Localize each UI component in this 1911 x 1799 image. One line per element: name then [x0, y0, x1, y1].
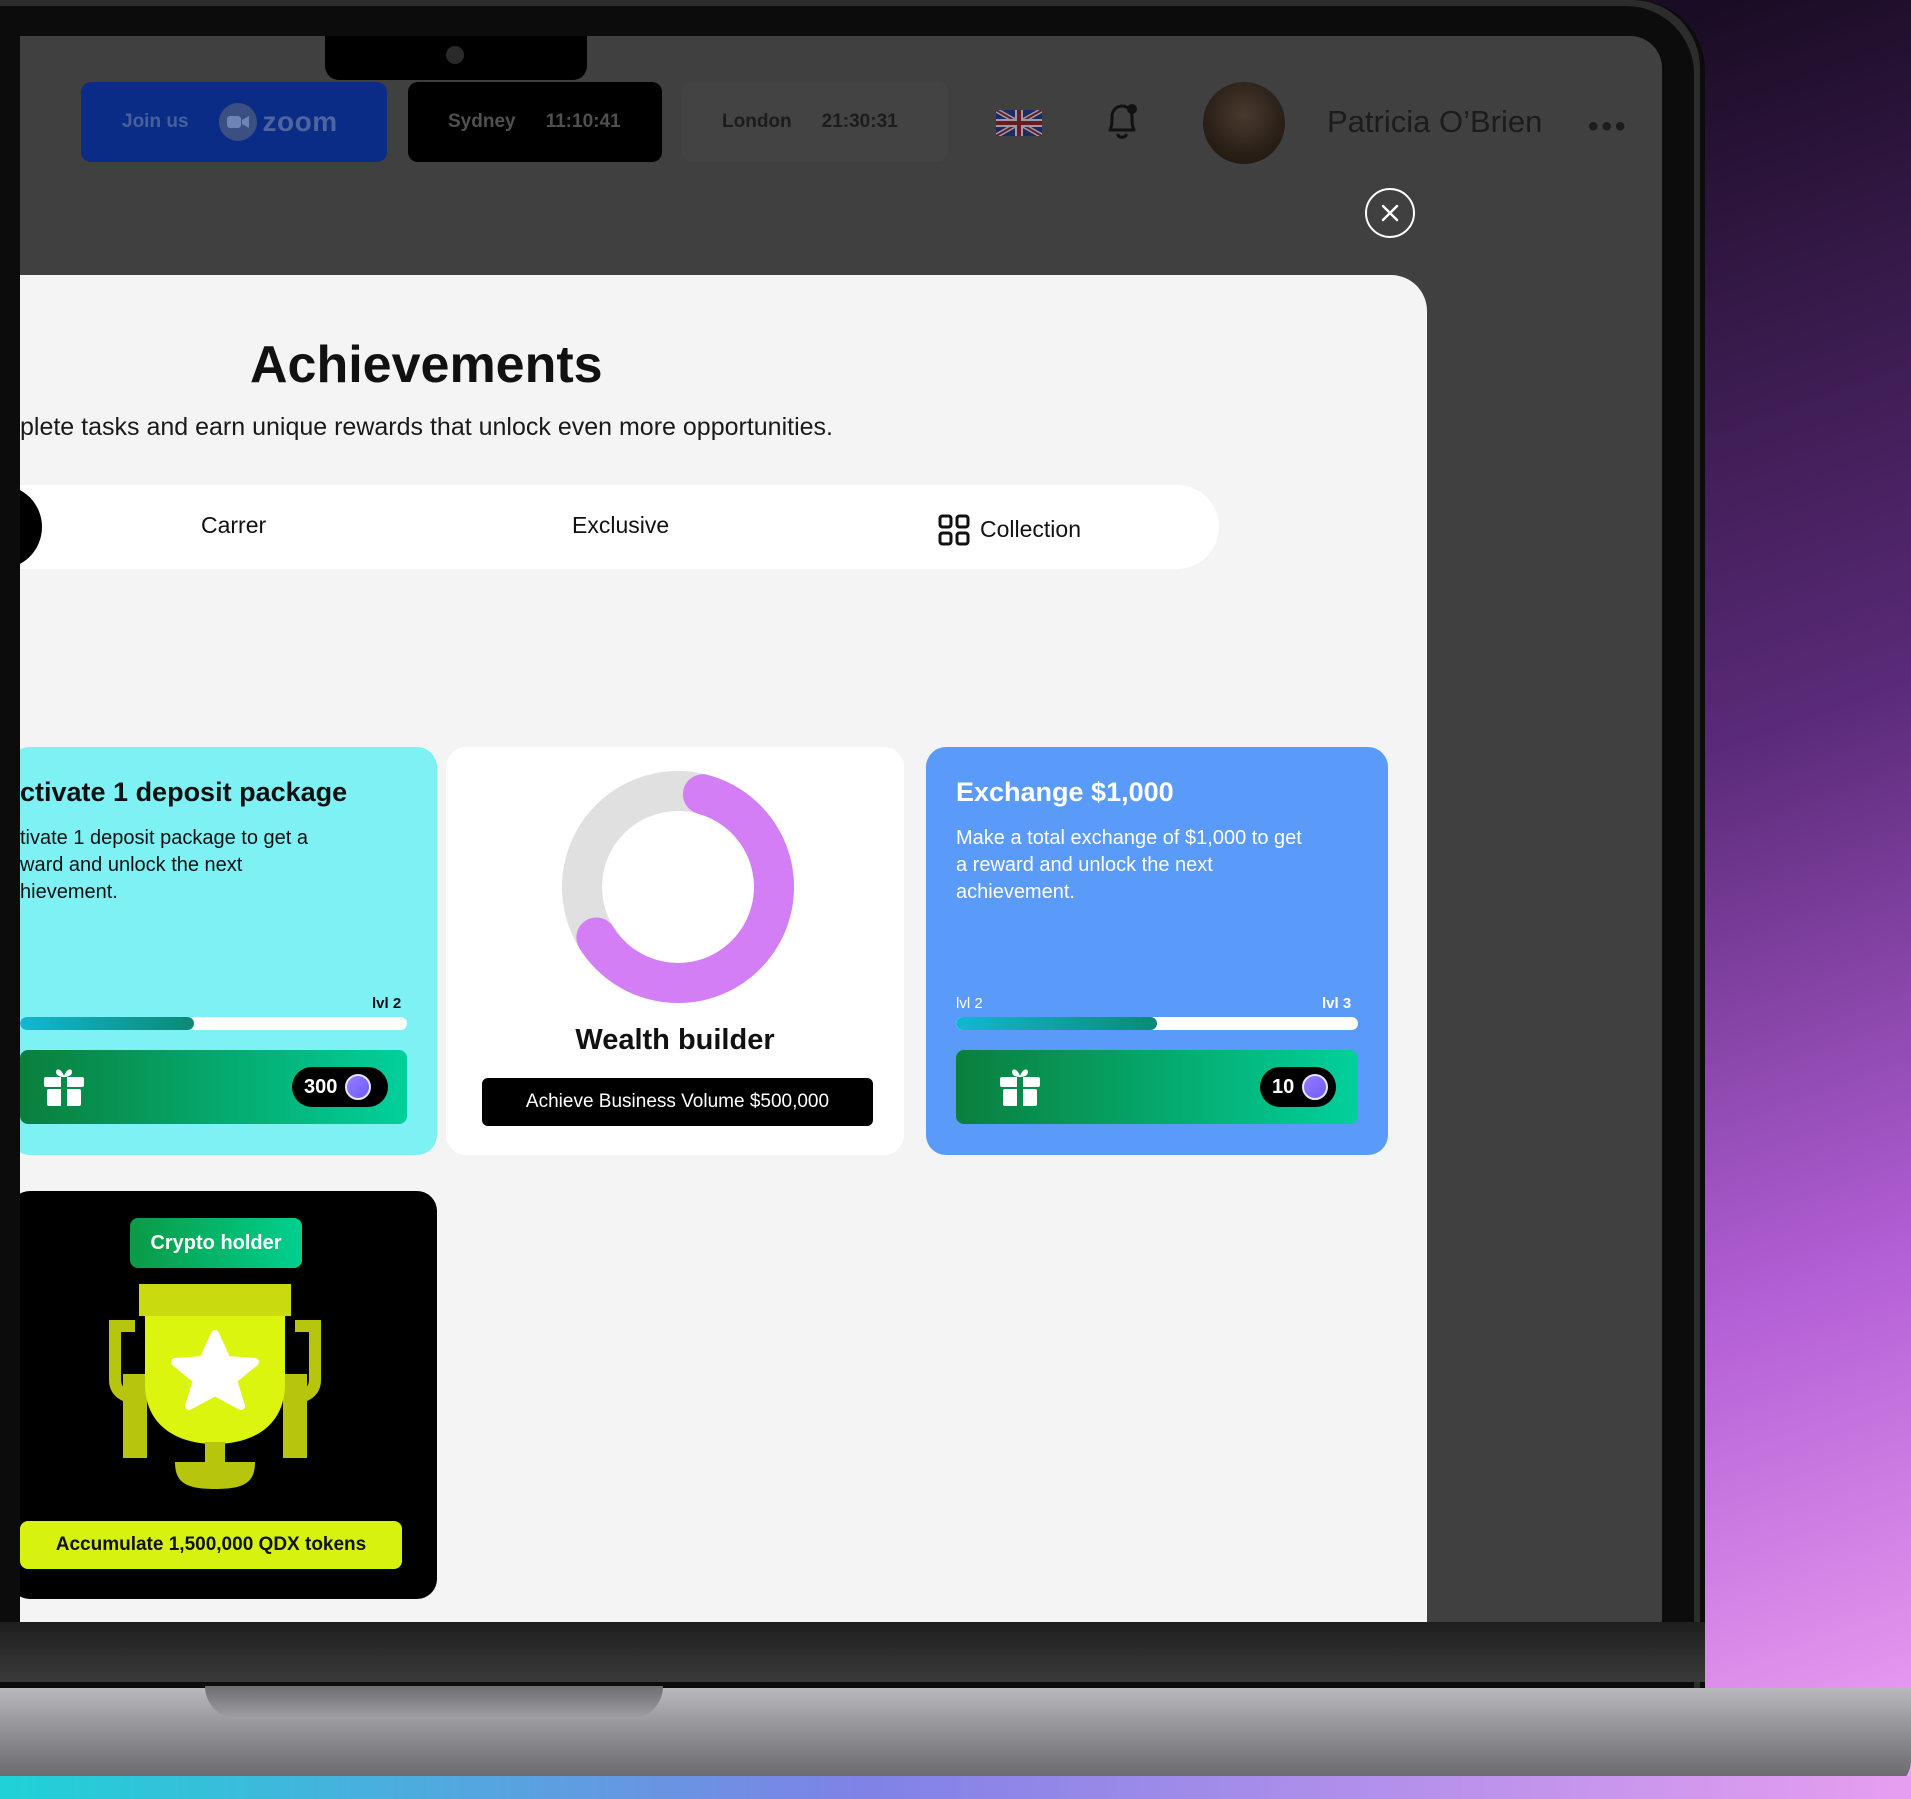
gift-icon — [1000, 1069, 1040, 1106]
card-title: ctivate 1 deposit package — [20, 777, 348, 807]
progress-fill — [20, 1017, 195, 1030]
laptop-chin — [0, 1622, 1705, 1682]
progress-donut — [562, 771, 794, 1003]
webcam — [446, 46, 464, 64]
exchange-achievement-card[interactable]: Exchange $1,000 Make a total exchange of… — [926, 747, 1388, 1155]
reward-bar[interactable]: 300 — [20, 1050, 407, 1124]
modal-subtitle: plete tasks and earn unique rewards that… — [20, 413, 833, 441]
zoom-camera-icon — [218, 103, 257, 141]
reward-amount-pill: 300 — [292, 1067, 388, 1107]
modal-title: Achievements — [250, 336, 603, 394]
progress-bar — [20, 1017, 407, 1030]
laptop-screen: Join us zoom Sydney 11:10:41 London 21:3… — [20, 36, 1662, 1622]
reward-amount: 10 — [1272, 1075, 1295, 1098]
deposit-achievement-card[interactable]: ctivate 1 deposit package tivate 1 depos… — [20, 747, 437, 1155]
london-clock: London 21:30:31 — [682, 82, 948, 162]
tab-collection[interactable]: Collection — [980, 516, 1081, 543]
reward-amount-pill: 10 — [1260, 1067, 1336, 1107]
zoom-wordmark: zoom — [262, 106, 338, 137]
card-description: tivate 1 deposit package to get a ward a… — [20, 825, 308, 906]
desc-line: Make a total exchange of $1,000 to get — [956, 827, 1302, 849]
close-modal-button[interactable] — [1365, 188, 1415, 238]
reward-amount: 300 — [304, 1075, 338, 1098]
london-time: 21:30:31 — [821, 111, 898, 132]
qdx-coin-icon — [345, 1074, 372, 1100]
achievement-tabs: Carrer Exclusive Collection — [20, 485, 1219, 569]
desc-line: achievement. — [956, 881, 1075, 903]
join-us-label: Join us — [122, 111, 189, 132]
level-from-label: lvl 2 — [956, 995, 983, 1012]
desc-line: tivate 1 deposit package to get a — [20, 827, 308, 849]
qdx-coin-icon — [1302, 1074, 1329, 1100]
more-options-icon[interactable]: ••• — [1588, 110, 1629, 144]
reward-bar[interactable]: 10 — [956, 1050, 1358, 1124]
grid-icon — [938, 514, 970, 546]
join-zoom-button[interactable]: Join us zoom — [81, 82, 387, 162]
zoom-logo: zoom — [218, 103, 338, 141]
tab-active-indicator[interactable] — [20, 485, 42, 569]
level-to-label: lvl 2 — [372, 995, 402, 1012]
card-title: Exchange $1,000 — [956, 777, 1174, 807]
user-avatar[interactable] — [1203, 82, 1285, 164]
notification-bell-icon[interactable] — [1102, 100, 1142, 149]
tab-carrer[interactable]: Carrer — [201, 512, 266, 539]
uk-flag-icon[interactable] — [996, 110, 1042, 136]
user-name[interactable]: Patricia O’Brien — [1327, 104, 1542, 140]
laptop-lid-notch — [205, 1686, 663, 1719]
desc-line: a reward and unlock the next — [956, 854, 1213, 876]
progress-bar — [956, 1017, 1358, 1030]
goal-badge: Achieve Business Volume $500,000 — [482, 1078, 873, 1126]
base-reflection — [0, 1776, 1911, 1799]
card-description: Make a total exchange of $1,000 to get a… — [956, 825, 1302, 906]
card-badge: Crypto holder — [130, 1218, 302, 1268]
desc-line: ward and unlock the next — [20, 854, 243, 876]
sydney-city: Sydney — [448, 111, 516, 132]
london-city: London — [722, 111, 792, 132]
achievements-modal: Achievements plete tasks and earn unique… — [20, 275, 1427, 1622]
card-title: Wealth builder — [575, 1024, 775, 1056]
wealth-builder-card[interactable]: Wealth builder Achieve Business Volume $… — [446, 747, 904, 1155]
crypto-holder-card[interactable]: Crypto holder Accumulate 1,500,000 QDX t… — [20, 1191, 437, 1599]
sydney-time: 11:10:41 — [545, 111, 621, 132]
goal-badge: Accumulate 1,500,000 QDX tokens — [20, 1521, 402, 1569]
trophy-icon — [109, 1284, 321, 1489]
close-icon — [1381, 204, 1399, 222]
sydney-clock: Sydney 11:10:41 — [408, 82, 662, 162]
camera-notch — [325, 36, 587, 80]
progress-fill — [956, 1017, 1157, 1030]
level-to-label: lvl 3 — [1322, 995, 1352, 1012]
gift-icon — [44, 1069, 84, 1106]
tab-exclusive[interactable]: Exclusive — [572, 512, 669, 539]
desc-line: hievement. — [20, 881, 118, 903]
